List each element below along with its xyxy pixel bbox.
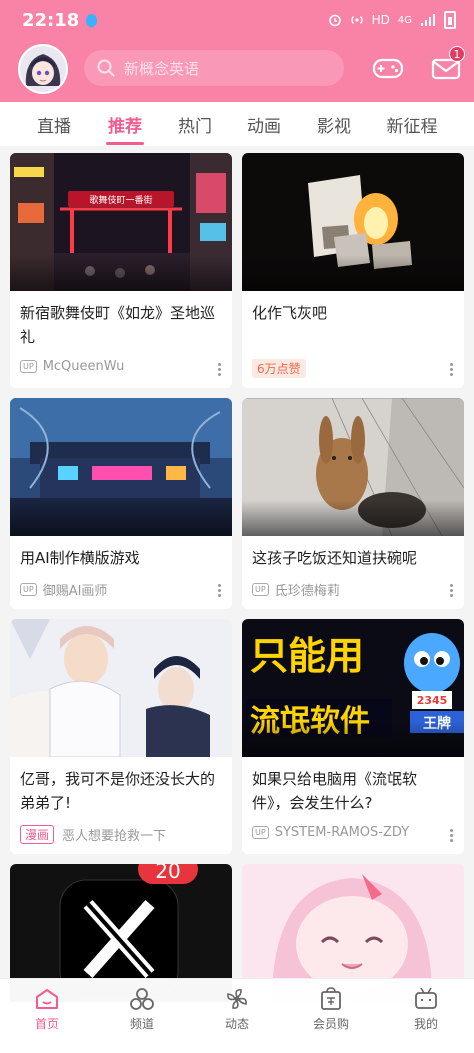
status-bar: 22:18 HD 4G bbox=[0, 0, 474, 40]
video-meta: 漫画 恶人想要抢救一下 bbox=[20, 825, 222, 844]
gamepad-icon[interactable] bbox=[372, 54, 404, 82]
status-time: 22:18 bbox=[22, 10, 80, 31]
video-card[interactable]: 3.6万 36 0:55 这孩子吃饭还知道扶碗呢 UP 氐珍德梅莉 bbox=[242, 398, 464, 609]
video-meta: UP McQueenWu bbox=[20, 359, 222, 374]
likes-badge: 6万点赞 bbox=[252, 359, 306, 378]
more-options-icon[interactable] bbox=[218, 361, 222, 378]
uploader-icon: UP bbox=[20, 583, 37, 596]
avatar[interactable] bbox=[18, 44, 68, 94]
thumb-top-text: 只能用 bbox=[250, 634, 364, 678]
uploader-icon: UP bbox=[252, 826, 269, 839]
video-meta: UP 氐珍德梅莉 bbox=[252, 580, 454, 599]
uploader-icon: UP bbox=[252, 583, 269, 596]
tab-film[interactable]: 影视 bbox=[317, 112, 351, 137]
nav-profile[interactable]: 我的 bbox=[386, 987, 466, 1032]
hd-label: HD bbox=[371, 13, 390, 27]
nav-vip-shop-label: 会员购 bbox=[312, 1017, 349, 1031]
video-meta: UP SYSTEM-RAMOS-ZDY bbox=[252, 825, 454, 840]
video-title[interactable]: 用AI制作横版游戏 bbox=[20, 546, 222, 570]
thumb-badge-text: 20 bbox=[155, 864, 180, 883]
thumb-logo-text: 2345 bbox=[417, 694, 448, 707]
app-notification-icon bbox=[86, 14, 97, 27]
search-placeholder: 新概念英语 bbox=[124, 59, 200, 78]
video-title[interactable]: 这孩子吃饭还知道扶碗呢 bbox=[252, 546, 454, 570]
signal-icon bbox=[421, 14, 435, 26]
more-options-icon[interactable] bbox=[218, 582, 222, 599]
video-card[interactable]: 61.5万 1445 3:37 化作飞灰吧 6万点赞 bbox=[242, 153, 464, 388]
more-options-icon[interactable] bbox=[450, 582, 454, 599]
tab-recommend[interactable]: 推荐 bbox=[108, 112, 142, 137]
tab-anime[interactable]: 动画 bbox=[247, 112, 281, 137]
video-meta: UP 御赐AI画师 bbox=[20, 580, 222, 599]
bottom-navigation: 首页 频道 动态 会员购 我的 bbox=[0, 978, 474, 1053]
video-thumbnail bbox=[10, 619, 232, 757]
uploader-name[interactable]: 御赐AI画师 bbox=[43, 580, 108, 599]
uploader-name[interactable]: 氐珍德梅莉 bbox=[275, 580, 340, 599]
video-card[interactable]: 7645 1 4:47 用AI制作横版游戏 UP 御赐AI画师 bbox=[10, 398, 232, 609]
uploader-name[interactable]: 恶人想要抢救一下 bbox=[62, 825, 166, 844]
top-bar: 新概念英语 1 bbox=[0, 40, 474, 102]
nav-channel[interactable]: 频道 bbox=[102, 987, 182, 1032]
nav-channel-label: 频道 bbox=[129, 1017, 154, 1031]
comic-tag: 漫画 bbox=[20, 825, 55, 844]
uploader-icon: UP bbox=[20, 360, 37, 373]
active-tab-indicator bbox=[106, 142, 144, 145]
video-meta: 6万点赞 bbox=[252, 359, 454, 378]
video-card[interactable]: 只能用 流氓软件 2345 王牌 4.7万 326 5:01 如果只给电脑用《流… bbox=[242, 619, 464, 854]
video-card[interactable]: 亿哥，我可不是你还没长大的弟弟了! 漫画 恶人想要抢救一下 bbox=[10, 619, 232, 854]
video-title[interactable]: 新宿歌舞伎町《如龙》圣地巡礼 bbox=[20, 301, 222, 349]
shopping-bag-icon bbox=[321, 987, 341, 1010]
uploader-name[interactable]: SYSTEM-RAMOS-ZDY bbox=[275, 825, 409, 840]
channel-icon bbox=[130, 988, 154, 1010]
alarm-icon bbox=[328, 14, 341, 27]
system-icons: HD 4G bbox=[328, 11, 456, 29]
video-title[interactable]: 亿哥，我可不是你还没长大的弟弟了! bbox=[20, 767, 222, 815]
search-bar[interactable]: 新概念英语 bbox=[84, 50, 344, 86]
nav-home[interactable]: 首页 bbox=[7, 987, 87, 1032]
home-icon bbox=[36, 989, 58, 1009]
video-title[interactable]: 化作飞灰吧 bbox=[252, 301, 454, 325]
battery-icon bbox=[444, 11, 456, 29]
more-options-icon[interactable] bbox=[450, 361, 454, 378]
nav-dynamic-label: 动态 bbox=[224, 1017, 249, 1031]
nav-profile-label: 我的 bbox=[413, 1017, 438, 1031]
video-card[interactable]: 歌舞伎町一番街 398 2 11:40 新宿歌舞伎町《如龙》圣地巡礼 UP Mc… bbox=[10, 153, 232, 388]
tab-hot[interactable]: 热门 bbox=[178, 112, 212, 137]
tab-live[interactable]: 直播 bbox=[37, 112, 71, 137]
category-tabs: 直播 推荐 热门 动画 影视 新征程 bbox=[0, 102, 474, 146]
uploader-name[interactable]: McQueenWu bbox=[43, 359, 125, 374]
dynamic-icon bbox=[227, 989, 247, 1009]
tv-icon bbox=[415, 987, 437, 1009]
tab-new-journey[interactable]: 新征程 bbox=[387, 112, 438, 137]
thumb-sign-text: 歌舞伎町一番街 bbox=[89, 194, 152, 206]
notification-badge: 1 bbox=[449, 46, 465, 62]
nav-home-label: 首页 bbox=[34, 1017, 59, 1031]
more-options-icon[interactable] bbox=[450, 827, 454, 844]
search-icon bbox=[97, 59, 115, 77]
network-label: 4G bbox=[397, 14, 412, 26]
nav-vip-shop[interactable]: 会员购 bbox=[291, 987, 371, 1032]
video-title[interactable]: 如果只给电脑用《流氓软件》，会发生什么? bbox=[252, 767, 454, 815]
nav-dynamic[interactable]: 动态 bbox=[197, 987, 277, 1032]
hotspot-icon bbox=[351, 16, 363, 24]
